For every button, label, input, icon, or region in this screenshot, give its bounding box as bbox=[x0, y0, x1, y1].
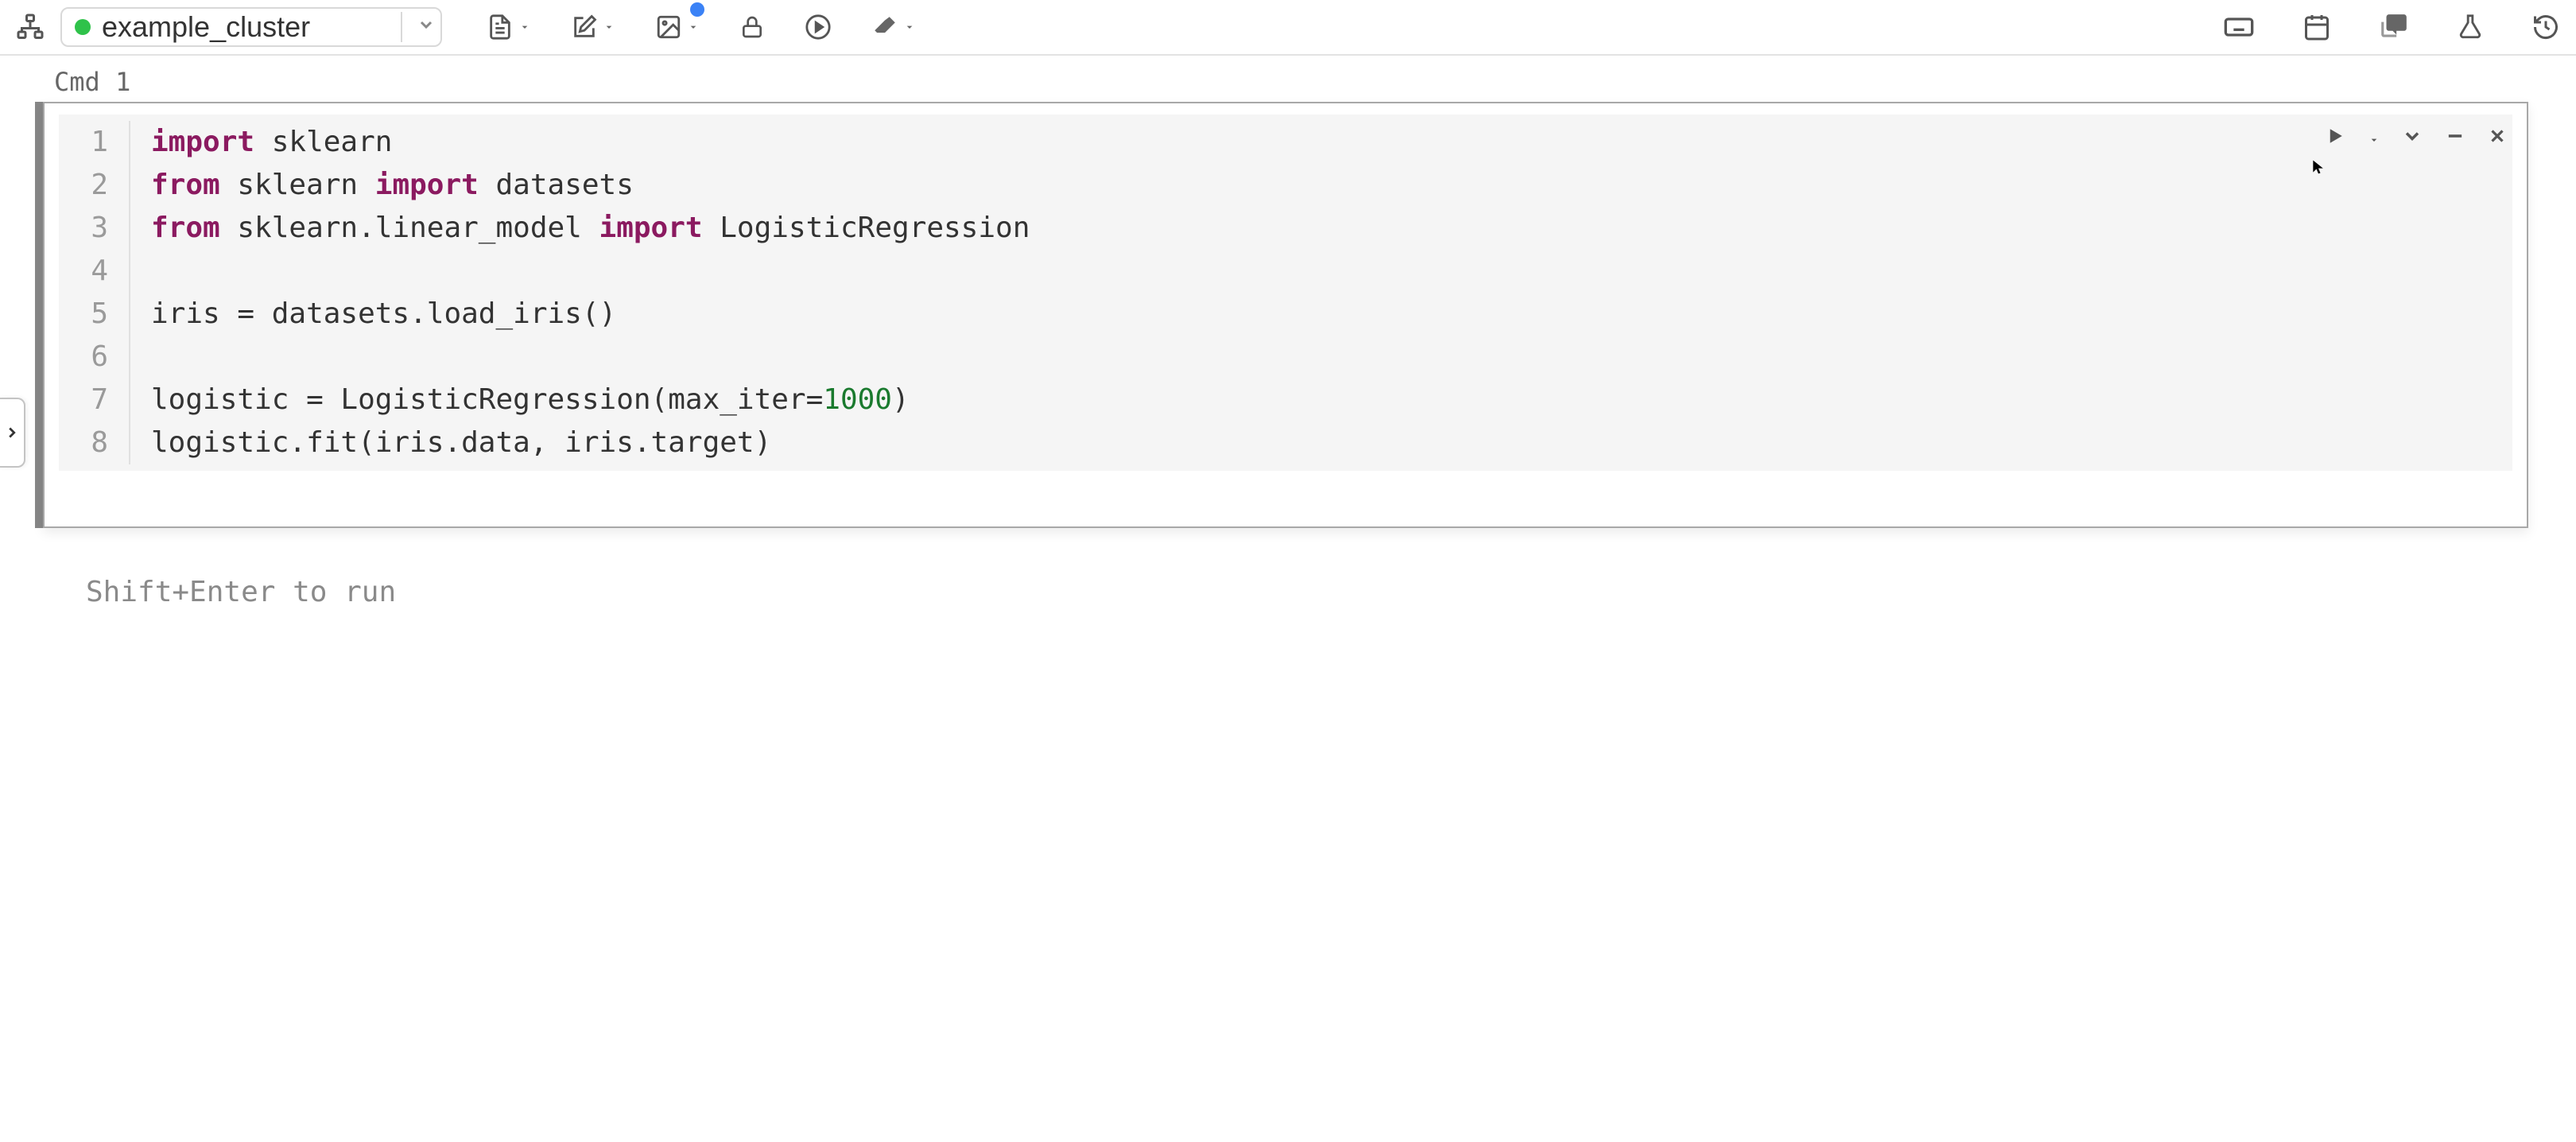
file-menu[interactable] bbox=[487, 14, 531, 41]
experiments-button[interactable] bbox=[2457, 14, 2484, 41]
lock-icon bbox=[739, 14, 765, 40]
minus-icon bbox=[2444, 125, 2466, 147]
run-all-button[interactable] bbox=[805, 14, 832, 41]
toolbar-right-group bbox=[2223, 11, 2560, 43]
divider bbox=[401, 12, 402, 42]
line-gutter: 12345678 bbox=[59, 121, 130, 464]
cluster-status-dot bbox=[75, 19, 91, 35]
tree-icon bbox=[16, 13, 45, 41]
keyboard-shortcuts-button[interactable] bbox=[2223, 11, 2255, 43]
toolbar-left-group bbox=[487, 14, 916, 41]
code-cell[interactable]: 12345678 import sklearnfrom sklearn impo… bbox=[43, 102, 2528, 528]
notification-dot bbox=[690, 2, 704, 17]
schedule-button[interactable] bbox=[2302, 13, 2331, 41]
run-hint-text: Shift+Enter to run bbox=[0, 528, 2576, 608]
comments-icon bbox=[2379, 12, 2409, 42]
permissions-button[interactable] bbox=[739, 14, 765, 40]
cell-action-bar bbox=[2323, 124, 2508, 153]
flask-icon bbox=[2457, 14, 2484, 41]
code-source[interactable]: import sklearnfrom sklearn import datase… bbox=[130, 121, 2501, 464]
close-icon bbox=[2487, 126, 2508, 146]
cell-label: Cmd 1 bbox=[0, 56, 2576, 102]
notebook-toolbar: example_cluster bbox=[0, 0, 2576, 56]
mouse-cursor bbox=[2310, 159, 2326, 175]
workspace-tree-button[interactable] bbox=[16, 13, 45, 41]
run-all-icon bbox=[805, 14, 832, 41]
keyboard-icon bbox=[2223, 11, 2255, 43]
caret-down-icon bbox=[687, 21, 700, 33]
history-icon bbox=[2531, 13, 2560, 41]
minimize-cell-button[interactable] bbox=[2444, 125, 2466, 153]
edit-icon bbox=[571, 14, 598, 41]
edit-menu[interactable] bbox=[571, 14, 615, 41]
expand-cell-button[interactable] bbox=[2401, 125, 2423, 153]
expand-sidebar-toggle[interactable] bbox=[0, 398, 25, 468]
code-editor[interactable]: 12345678 import sklearnfrom sklearn impo… bbox=[59, 115, 2512, 471]
calendar-icon bbox=[2302, 13, 2331, 41]
clear-menu[interactable] bbox=[871, 14, 916, 41]
caret-down-icon bbox=[518, 21, 531, 33]
caret-down-icon bbox=[903, 21, 916, 33]
view-menu[interactable] bbox=[655, 14, 700, 41]
cluster-name: example_cluster bbox=[102, 10, 310, 44]
cluster-attach-dropdown[interactable]: example_cluster bbox=[60, 7, 442, 47]
delete-cell-button[interactable] bbox=[2487, 126, 2508, 152]
revision-history-button[interactable] bbox=[2531, 13, 2560, 41]
chevron-down-icon bbox=[417, 14, 433, 40]
chevron-right-icon bbox=[3, 424, 21, 441]
file-icon bbox=[487, 14, 514, 41]
eraser-icon bbox=[871, 14, 898, 41]
chevron-down-icon bbox=[2401, 125, 2423, 147]
run-cell-dropdown[interactable] bbox=[2368, 126, 2380, 152]
comments-button[interactable] bbox=[2379, 12, 2409, 42]
image-icon bbox=[655, 14, 682, 41]
run-cell-button[interactable] bbox=[2323, 124, 2347, 153]
cell-container: 12345678 import sklearnfrom sklearn impo… bbox=[0, 102, 2576, 528]
caret-down-icon bbox=[603, 21, 615, 33]
